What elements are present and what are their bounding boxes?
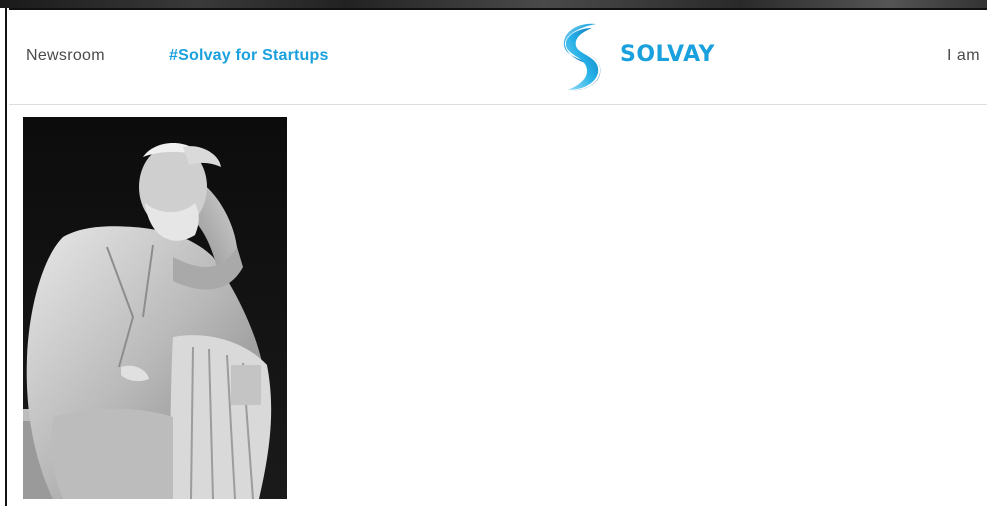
statue-photo — [23, 117, 287, 500]
solvay-s-logo-icon — [556, 20, 608, 94]
site-header: Newsroom #Solvay for Startups SOLVAY I a… — [9, 8, 987, 105]
nav-link-solvay-for-startups[interactable]: #Solvay for Startups — [169, 47, 329, 65]
nav-link-newsroom[interactable]: Newsroom — [26, 47, 105, 65]
left-border — [0, 8, 7, 506]
nav-link-i-am[interactable]: I am — [947, 47, 980, 65]
main-content — [9, 105, 987, 506]
browser-viewport: Newsroom #Solvay for Startups SOLVAY I a… — [0, 0, 987, 506]
logo-wordmark: SOLVAY — [620, 41, 715, 67]
background-image-strip — [0, 0, 987, 8]
solvay-logo[interactable]: SOLVAY — [556, 18, 715, 96]
